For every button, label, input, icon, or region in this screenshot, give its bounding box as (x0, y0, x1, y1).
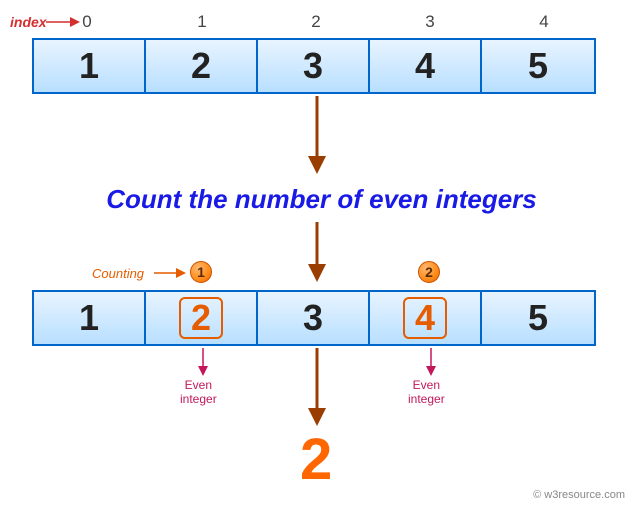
result-value: 2 (300, 426, 332, 493)
arrow-down-1 (306, 96, 328, 174)
even-arrow-1 (196, 348, 210, 376)
index-1: 1 (192, 12, 212, 32)
cell-top-0: 1 (34, 40, 146, 92)
counting-label: Counting (92, 266, 144, 281)
array-top: 1 2 3 4 5 (32, 38, 596, 94)
even-arrow-2 (424, 348, 438, 376)
counting-arrow (154, 266, 186, 280)
cell-top-3: 4 (370, 40, 482, 92)
index-0: 0 (77, 12, 97, 32)
count-badge-1: 1 (190, 261, 212, 283)
cell-bot-3-value: 4 (403, 297, 447, 339)
diagram-title: Count the number of even integers (0, 184, 643, 215)
array-bottom: 1 2 3 4 5 (32, 290, 596, 346)
even-label-2: Even integer (408, 378, 445, 407)
cell-top-2: 3 (258, 40, 370, 92)
arrow-down-2 (306, 222, 328, 282)
cell-top-1: 2 (146, 40, 258, 92)
index-label: index (10, 14, 47, 30)
cell-bot-0: 1 (34, 292, 146, 344)
arrow-down-3 (306, 348, 328, 426)
count-badge-2: 2 (418, 261, 440, 283)
cell-bot-3: 4 (370, 292, 482, 344)
index-4: 4 (534, 12, 554, 32)
cell-bot-1: 2 (146, 292, 258, 344)
cell-top-4: 5 (482, 40, 594, 92)
index-2: 2 (306, 12, 326, 32)
credit: © w3resource.com (533, 489, 625, 501)
cell-bot-1-value: 2 (179, 297, 223, 339)
index-3: 3 (420, 12, 440, 32)
cell-bot-4: 5 (482, 292, 594, 344)
even-label-1: Even integer (180, 378, 217, 407)
cell-bot-2: 3 (258, 292, 370, 344)
index-arrow (46, 15, 80, 29)
